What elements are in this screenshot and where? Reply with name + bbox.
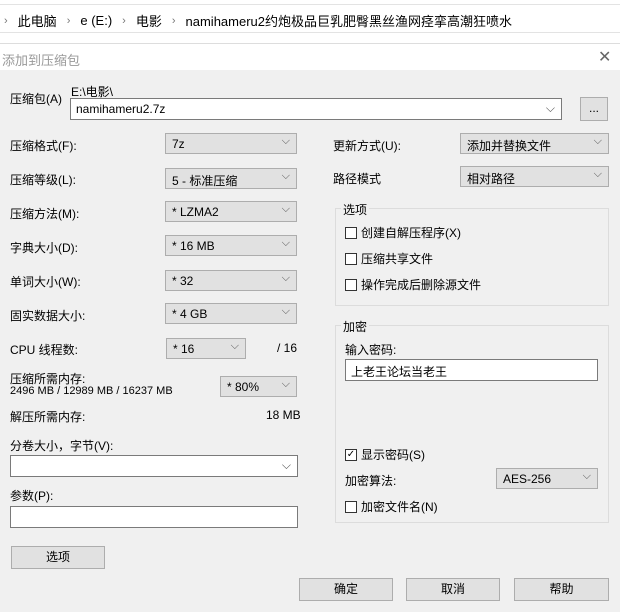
solid-value: * 4 GB [172,307,208,321]
browse-button[interactable]: ... [580,97,608,121]
chevron-right-icon: › [122,14,126,27]
show-password-label: 显示密码(S) [361,448,425,462]
dialog-titlebar [0,44,620,70]
method-label: 压缩方法(M): [10,207,80,221]
cpu-value: * 16 [173,342,195,356]
word-label: 单词大小(W): [10,275,81,289]
pathmode-label: 路径模式 [333,172,382,186]
chevron-down-icon: ⌵ [545,101,555,115]
cancel-button[interactable]: 取消 [406,578,500,601]
chevron-down-icon: ⌵ [281,305,290,317]
mem-detail: 2496 MB / 12989 MB / 16237 MB [10,385,173,397]
chevron-down-icon: ⌵ [281,272,290,284]
encrypt-names-checkbox[interactable]: 加密文件名(N) [345,498,438,515]
cpu-max: / 16 [277,341,298,355]
level-value: 5 - 标准压缩 [172,174,238,188]
crumb-drive[interactable]: e (E:) [80,13,112,28]
checkbox-icon [345,252,357,265]
demem-label: 解压所需内存: [10,410,86,424]
cpu-label: CPU 线程数: [10,343,79,357]
chevron-down-icon: ⌵ [593,135,602,147]
shared-checkbox[interactable]: 压缩共享文件 [345,250,433,267]
pathmode-value: 相对路径 [467,172,516,186]
sfx-checkbox[interactable]: 创建自解压程序(X) [345,224,461,241]
show-password-checkbox[interactable]: ✓ 显示密码(S) [345,446,425,463]
archive-label: 压缩包(A) [10,92,62,106]
cpu-select[interactable]: * 16 ⌵ [166,338,246,359]
method-value: * LZMA2 [172,205,219,219]
checkbox-icon [345,278,357,291]
solid-label: 固实数据大小: [10,309,86,323]
checkmark-icon: ✓ [345,448,357,461]
format-select[interactable]: 7z ⌵ [165,133,297,154]
dict-value: * 16 MB [172,239,215,253]
encryption-group-title: 加密 [341,318,370,335]
sfx-label: 创建自解压程序(X) [361,226,461,240]
crumb-current[interactable]: namihameru2约炮极品巨乳肥臀黑丝渔网痉挛高潮狂喷水 [186,11,513,30]
method-select[interactable]: * LZMA2 ⌵ [165,201,297,222]
delete-checkbox[interactable]: 操作完成后删除源文件 [345,276,481,293]
encrypt-names-label: 加密文件名(N) [361,500,438,514]
mem-value: * 80% [227,380,260,394]
ok-button[interactable]: 确定 [299,578,393,601]
enc-method-value: AES-256 [503,472,552,486]
dict-label: 字典大小(D): [10,241,78,255]
enc-method-select[interactable]: AES-256 ⌵ [496,468,598,489]
chevron-down-icon: ⌵ [281,170,290,182]
params-input[interactable] [10,506,298,528]
word-value: * 32 [172,274,194,288]
mem-select[interactable]: * 80% ⌵ [220,376,297,397]
chevron-down-icon: ⌵ [281,203,290,215]
pathmode-select[interactable]: 相对路径 ⌵ [460,166,609,187]
chevron-down-icon: ⌵ [281,378,290,390]
chevron-right-icon: › [4,14,8,27]
update-value: 添加并替换文件 [467,139,552,153]
password-label: 输入密码: [345,343,397,357]
chevron-down-icon: ⌵ [230,340,239,352]
close-icon[interactable]: ✕ [598,47,611,67]
enc-method-label: 加密算法: [345,474,397,488]
chevron-right-icon: › [171,14,176,27]
archive-name-value: namihameru2.7z [76,102,166,116]
checkbox-icon [345,500,357,513]
delete-label: 操作完成后删除源文件 [361,278,482,292]
shared-label: 压缩共享文件 [361,252,434,266]
options-button[interactable]: 选项 [11,546,105,569]
password-input[interactable]: 上老王论坛当老王 [345,359,598,381]
archive-name-input[interactable]: namihameru2.7z ⌵ [70,98,562,120]
update-label: 更新方式(U): [333,139,401,153]
chevron-down-icon: ⌵ [281,135,290,147]
solid-select[interactable]: * 4 GB ⌵ [165,303,297,324]
demem-value: 18 MB [266,408,301,422]
breadcrumb: › 此电脑 › e (E:) › 电影 › namihameru2约炮极品巨乳肥… [4,11,512,30]
help-button[interactable]: 帮助 [514,578,609,601]
format-value: 7z [172,137,185,151]
level-select[interactable]: 5 - 标准压缩 ⌵ [165,168,297,189]
format-label: 压缩格式(F): [10,139,77,153]
chevron-down-icon: ⌵ [582,470,591,482]
breadcrumb-bar: › 此电脑 › e (E:) › 电影 › namihameru2约炮极品巨乳肥… [0,0,620,44]
crumb-this-pc[interactable]: 此电脑 [18,11,57,30]
chevron-right-icon: › [66,14,71,27]
options-group-title: 选项 [341,201,370,218]
chevron-down-icon: ⌵ [281,458,291,472]
update-select[interactable]: 添加并替换文件 ⌵ [460,133,609,154]
chevron-down-icon: ⌵ [593,168,602,180]
level-label: 压缩等级(L): [10,173,77,187]
checkbox-icon [345,226,357,239]
volume-input[interactable]: ⌵ [10,455,298,477]
dict-select[interactable]: * 16 MB ⌵ [165,235,297,256]
chevron-down-icon: ⌵ [281,237,290,249]
dialog-title: 添加到压缩包 [2,53,81,68]
params-label: 参数(P): [10,489,54,503]
crumb-folder[interactable]: 电影 [136,11,162,30]
word-select[interactable]: * 32 ⌵ [165,270,297,291]
volume-label: 分卷大小，字节(V): [10,439,114,453]
